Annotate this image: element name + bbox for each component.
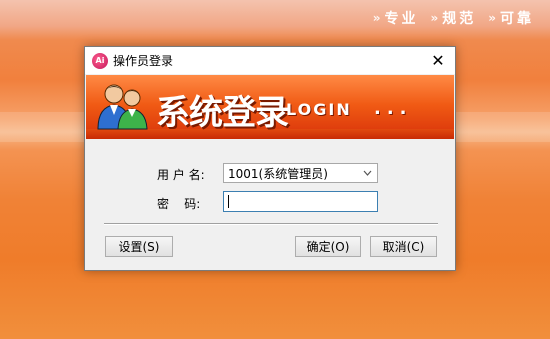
- banner-title: 系统登录: [156, 93, 289, 133]
- chevron-down-icon: [363, 166, 372, 183]
- app-icon: Ai: [92, 52, 108, 69]
- chevron-icon: »: [372, 11, 381, 25]
- login-banner: 系统登录 LOGIN ...: [86, 75, 454, 139]
- settings-button[interactable]: 设置(S): [105, 236, 173, 257]
- username-label: 用 户 名:: [157, 168, 205, 182]
- text-cursor: [228, 195, 229, 208]
- slogan-word-1: 专业: [384, 11, 419, 27]
- chevron-icon: »: [430, 11, 438, 25]
- users-icon: [97, 84, 148, 130]
- username-select[interactable]: 1001(系统管理员): [223, 163, 378, 183]
- password-label: 密 码:: [157, 197, 201, 211]
- slogan-word-3: 可靠: [500, 11, 534, 27]
- login-dialog: Ai 操作员登录 ✕ 系统登录 LOGIN ... 用 户 名: 1001(系统…: [84, 46, 456, 271]
- ok-button[interactable]: 确定(O): [295, 236, 361, 257]
- cancel-button[interactable]: 取消(C): [370, 236, 437, 257]
- slogan: » 专业 » 规范 » 可靠: [373, 8, 540, 28]
- title-bar[interactable]: Ai 操作员登录 ✕: [85, 47, 455, 74]
- banner-dots: ...: [374, 98, 413, 119]
- username-value: 1001(系统管理员): [228, 166, 328, 181]
- dialog-title: 操作员登录: [113, 54, 174, 68]
- password-field[interactable]: [223, 191, 378, 212]
- chevron-icon: »: [488, 11, 496, 25]
- slogan-word-2: 规范: [442, 11, 477, 27]
- divider: [104, 223, 438, 225]
- banner-login-text: LOGIN: [286, 100, 352, 119]
- close-button[interactable]: ✕: [421, 47, 455, 74]
